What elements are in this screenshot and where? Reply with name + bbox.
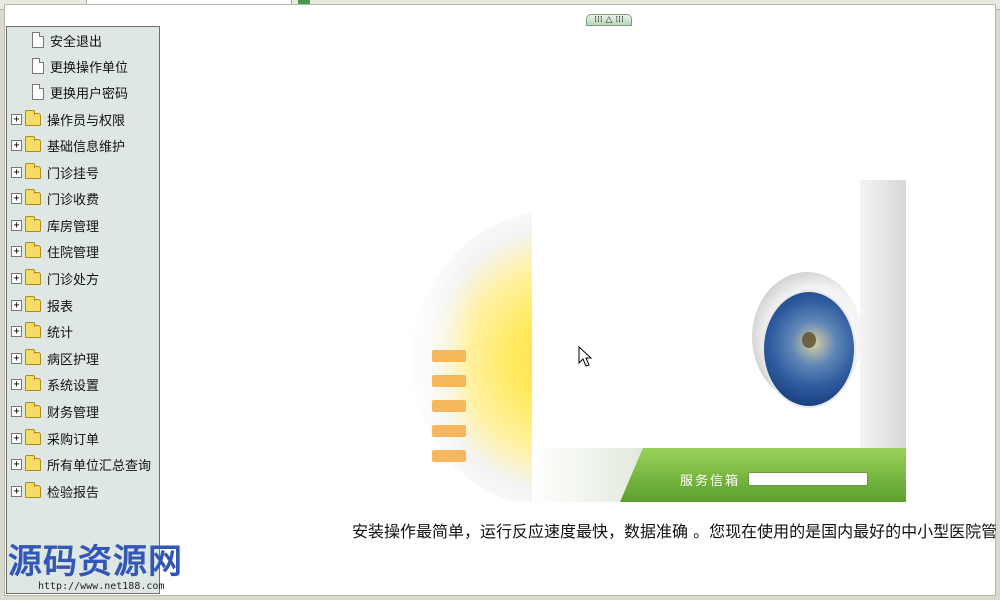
sidebar-item-label: 统计 — [47, 325, 74, 341]
sidebar-item-label: 检验报告 — [47, 485, 100, 501]
sidebar-item-label: 门诊收费 — [47, 192, 100, 208]
folder-icon — [25, 348, 41, 365]
sidebar-item-logout[interactable]: 安全退出 — [7, 27, 159, 53]
sidebar-item-prescription[interactable]: + 门诊处方 — [7, 265, 159, 291]
sidebar-item-ward-nursing[interactable]: + 病区护理 — [7, 345, 159, 371]
sidebar-item-label: 系统设置 — [47, 378, 100, 394]
folder-icon — [25, 401, 41, 418]
sidebar-item-change-unit[interactable]: 更换操作单位 — [7, 53, 159, 79]
sidebar-item-change-password[interactable]: 更换用户密码 — [7, 79, 159, 105]
watermark-logo: 源码资源网 — [8, 542, 183, 582]
folder-icon — [25, 241, 41, 258]
sidebar-item-statistics[interactable]: + 统计 — [7, 318, 159, 344]
folder-icon — [25, 215, 41, 232]
sidebar-item-label: 采购订单 — [47, 432, 100, 448]
sidebar-item-label: 财务管理 — [47, 405, 100, 421]
sidebar-item-label: 报表 — [47, 299, 74, 315]
sidebar-item-label: 病区护理 — [47, 352, 100, 368]
expand-icon[interactable]: + — [11, 139, 22, 151]
document-icon — [32, 58, 44, 74]
expand-icon[interactable]: + — [11, 458, 22, 470]
sidebar-item-lab-reports[interactable]: + 检验报告 — [7, 478, 159, 504]
folder-icon — [25, 268, 41, 285]
sidebar-item-outpatient-billing[interactable]: + 门诊收费 — [7, 185, 159, 211]
service-mailbox-label: 服务信箱 — [680, 474, 741, 489]
sidebar-item-warehouse[interactable]: + 库房管理 — [7, 212, 159, 238]
expand-icon[interactable]: + — [11, 113, 22, 125]
expand-icon[interactable]: + — [11, 192, 22, 204]
sidebar-item-finance[interactable]: + 财务管理 — [7, 398, 159, 424]
sidebar-item-basic-info[interactable]: + 基础信息维护 — [7, 132, 159, 158]
expand-icon[interactable]: + — [11, 219, 22, 231]
globe-icon — [762, 290, 856, 408]
sidebar-item-reports[interactable]: + 报表 — [7, 292, 159, 318]
document-icon — [32, 84, 44, 100]
folder-icon — [25, 162, 41, 179]
sidebar-item-purchase-orders[interactable]: + 采购订单 — [7, 425, 159, 451]
collapse-toggle-button[interactable]: ⁞⁞⁞ △ ⁞⁞⁞ — [586, 14, 632, 26]
folder-icon — [25, 374, 41, 391]
sidebar-item-label: 更换操作单位 — [50, 60, 129, 76]
expand-icon[interactable]: + — [11, 272, 22, 284]
sidebar-tree: 安全退出 更换操作单位 更换用户密码 + 操作员与权限 + 基础信息维护 + 门… — [6, 26, 160, 594]
sidebar-item-inpatient[interactable]: + 住院管理 — [7, 238, 159, 264]
sidebar-item-summary-query[interactable]: + 所有单位汇总查询 — [7, 451, 159, 477]
sidebar-item-label: 库房管理 — [47, 219, 100, 235]
folder-icon — [25, 135, 41, 152]
sidebar-item-operators[interactable]: + 操作员与权限 — [7, 106, 159, 132]
folder-icon — [25, 428, 41, 445]
document-icon — [32, 32, 44, 48]
sidebar-item-registration[interactable]: + 门诊挂号 — [7, 159, 159, 185]
expand-icon[interactable]: + — [11, 245, 22, 257]
banner-blank-area — [532, 180, 752, 450]
expand-icon[interactable]: + — [11, 166, 22, 178]
expand-icon[interactable]: + — [11, 405, 22, 417]
expand-icon[interactable]: + — [11, 485, 22, 497]
folder-icon — [25, 321, 41, 338]
service-mailbox-field[interactable] — [748, 472, 868, 486]
decorative-stripes — [432, 350, 466, 490]
expand-icon[interactable]: + — [11, 378, 22, 390]
mouse-cursor-icon — [578, 346, 592, 367]
sidebar-item-system-settings[interactable]: + 系统设置 — [7, 371, 159, 397]
watermark-url: http://www.net188.com — [38, 581, 165, 592]
sidebar-item-label: 基础信息维护 — [47, 139, 126, 155]
expand-icon[interactable]: + — [11, 432, 22, 444]
sidebar-item-label: 所有单位汇总查询 — [47, 458, 152, 474]
sidebar-item-label: 安全退出 — [50, 34, 103, 50]
expand-icon[interactable]: + — [11, 299, 22, 311]
sidebar-item-label: 住院管理 — [47, 245, 100, 261]
collapse-toggle-label: ⁞⁞⁞ △ ⁞⁞⁞ — [594, 15, 624, 25]
expand-icon[interactable]: + — [11, 352, 22, 364]
sidebar-item-label: 门诊挂号 — [47, 166, 100, 182]
folder-icon — [25, 454, 41, 471]
sidebar-item-label: 门诊处方 — [47, 272, 100, 288]
folder-icon — [25, 188, 41, 205]
welcome-banner: 服务信箱 — [380, 180, 906, 502]
sidebar-item-label: 更换用户密码 — [50, 86, 129, 102]
sidebar-item-label: 操作员与权限 — [47, 113, 126, 129]
folder-icon — [25, 109, 41, 126]
folder-icon — [25, 295, 41, 312]
folder-icon — [25, 481, 41, 498]
expand-icon[interactable]: + — [11, 325, 22, 337]
scrolling-message: 安装操作最简单，运行反应速度最快，数据准确 。您现在使用的是国内最好的中小型医院… — [352, 522, 996, 541]
